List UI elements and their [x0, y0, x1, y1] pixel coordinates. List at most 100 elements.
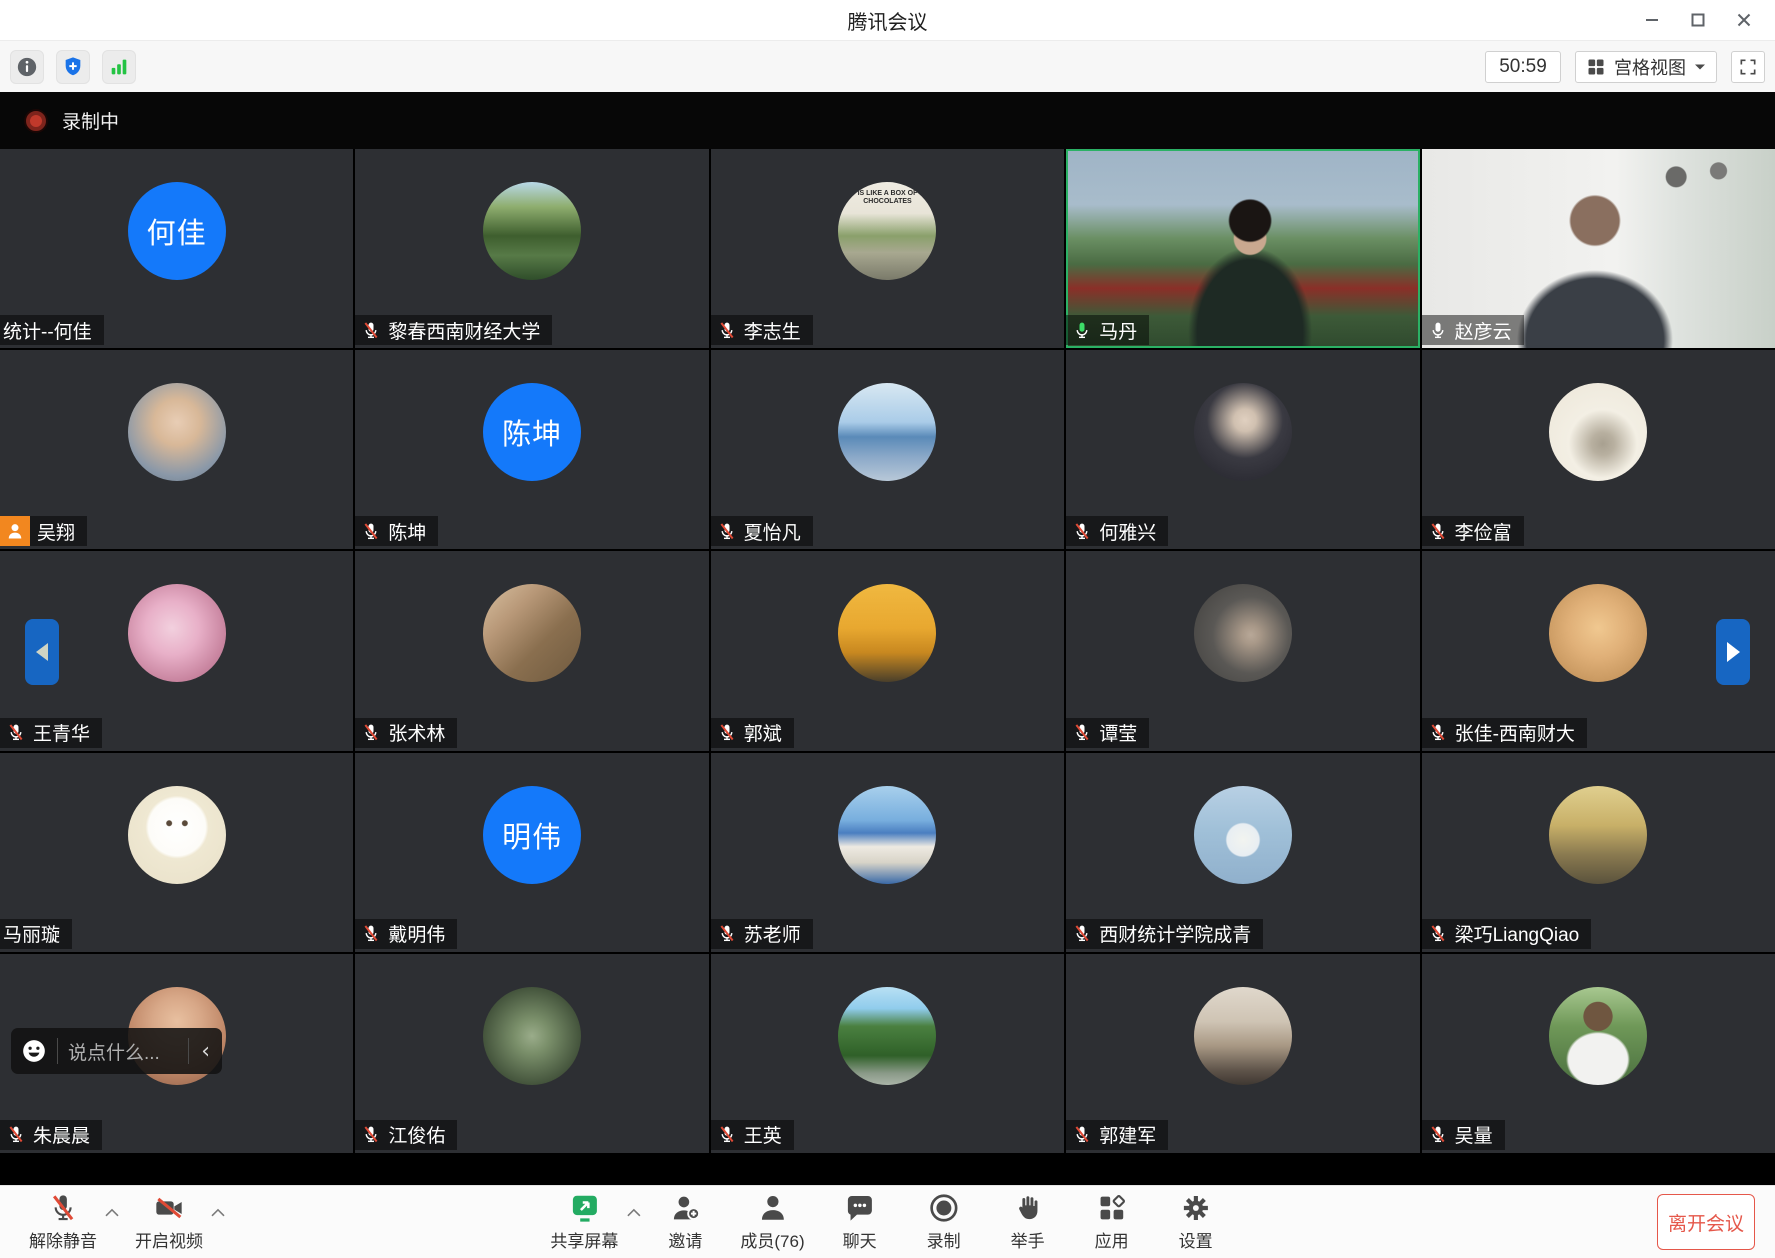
toolbar-button-label: 聊天 [843, 1227, 877, 1252]
participant-name: 江俊佑 [388, 1121, 445, 1148]
participant-tile[interactable]: 张术林 [355, 551, 708, 750]
participant-tile[interactable]: IS LIKE A BOX OF CHOCOLATES 李志生 [711, 149, 1064, 348]
participant-name: 谭莹 [1099, 719, 1137, 746]
toolbar-button-share[interactable]: 共享屏幕 [550, 1192, 618, 1252]
members-icon [756, 1192, 788, 1224]
mic-muted-icon [47, 1192, 79, 1224]
avatar-photo [1194, 383, 1292, 481]
participant-name-badge: 马丹 [1066, 315, 1149, 345]
avatar-photo [1549, 987, 1647, 1085]
participant-tile[interactable]: 何佳统计--何佳 [0, 149, 353, 348]
meeting-info-button[interactable] [10, 50, 44, 84]
collapse-bubble-arrow[interactable]: ‹ [199, 1039, 212, 1064]
video-grid-area: 何佳统计--何佳 黎春西南财经大学IS LIKE A BOX OF CHOCOL… [0, 149, 1775, 1185]
participant-tile[interactable]: 江俊佑 [355, 954, 708, 1153]
quick-chat-bubble: 说点什么... ‹ [11, 1028, 222, 1074]
share-options-caret[interactable] [625, 1205, 641, 1223]
bubble-divider [57, 1038, 58, 1064]
participant-tile[interactable]: 黎春西南财经大学 [355, 149, 708, 348]
participant-name-badge: 陈坤 [355, 516, 438, 546]
more-options-caret-icon [210, 1207, 226, 1218]
minimize-icon [1643, 11, 1661, 29]
previous-page-arrow-button[interactable] [25, 619, 59, 685]
participant-tile[interactable]: 谭莹 [1066, 551, 1419, 750]
signal-bars-icon [108, 56, 130, 78]
mic-muted-icon [361, 722, 381, 743]
participant-tile[interactable]: 陈坤 陈坤 [355, 350, 708, 549]
mic-muted-icon [717, 923, 737, 944]
mic-muted-icon [1428, 722, 1448, 743]
avatar-photo [1194, 987, 1292, 1085]
participant-tile[interactable]: 郭建军 [1066, 954, 1419, 1153]
security-button[interactable] [56, 50, 90, 84]
participant-name-badge: 吴量 [1422, 1120, 1505, 1150]
participant-tile[interactable]: 郭斌 [711, 551, 1064, 750]
participant-name-badge: 统计--何佳 [0, 315, 104, 345]
fullscreen-button[interactable] [1731, 51, 1765, 83]
toolbar-button-label: 举手 [1011, 1227, 1045, 1252]
toolbar-button-invite[interactable]: 邀请 [656, 1192, 714, 1252]
video-options-caret[interactable] [210, 1205, 226, 1223]
next-page-arrow-button[interactable] [1716, 619, 1750, 685]
leave-meeting-button[interactable]: 离开会议 [1657, 1194, 1755, 1250]
participant-grid: 何佳统计--何佳 黎春西南财经大学IS LIKE A BOX OF CHOCOL… [0, 149, 1775, 1153]
maximize-button[interactable] [1675, 0, 1721, 40]
toolbar-button-settings[interactable]: 设置 [1167, 1192, 1225, 1252]
participant-tile[interactable]: 梁巧LiangQiao [1422, 753, 1775, 952]
emoji-smiley-icon[interactable] [21, 1038, 47, 1064]
toolbar-button-label: 邀请 [668, 1227, 702, 1252]
participant-name-badge: 西财统计学院成青 [1066, 919, 1263, 949]
mic-active-icon [1072, 320, 1092, 341]
mic-muted-icon [1072, 923, 1092, 944]
close-button[interactable] [1721, 0, 1767, 40]
mic-muted-icon [361, 923, 381, 944]
participant-tile[interactable]: 苏老师 [711, 753, 1064, 952]
recording-bar: 录制中 [0, 92, 1775, 149]
participant-name-badge: 郭斌 [711, 718, 794, 748]
shield-icon [62, 56, 84, 78]
toolbar-button-members[interactable]: 成员(76) [740, 1192, 804, 1252]
participant-tile[interactable]: 西财统计学院成青 [1066, 753, 1419, 952]
quick-chat-input[interactable]: 说点什么... [68, 1038, 178, 1065]
toolbar-button-apps[interactable]: 应用 [1083, 1192, 1141, 1252]
participant-tile[interactable]: 王英 [711, 954, 1064, 1153]
unmute-options-caret[interactable] [104, 1205, 120, 1223]
mic-muted-icon [361, 1124, 381, 1145]
toolbar-button-hand[interactable]: 举手 [999, 1192, 1057, 1252]
participant-tile[interactable]: 吴翔 [0, 350, 353, 549]
participant-tile[interactable]: 吴量 [1422, 954, 1775, 1153]
toolbar-button-unmute[interactable]: 解除静音 [29, 1192, 97, 1252]
toolbar-button-label: 解除静音 [29, 1227, 97, 1252]
share-screen-icon [568, 1192, 600, 1224]
participant-tile[interactable]: 赵彦云 [1422, 149, 1775, 348]
participant-tile[interactable]: 李俭富 [1422, 350, 1775, 549]
avatar-photo [483, 987, 581, 1085]
participant-tile[interactable]: 夏怡凡 [711, 350, 1064, 549]
toolbar-button-chat[interactable]: 聊天 [831, 1192, 889, 1252]
mic-muted-icon [361, 320, 381, 341]
mic-muted-icon [1072, 521, 1092, 542]
network-quality-button[interactable] [102, 50, 136, 84]
settings-gear-icon [1180, 1192, 1212, 1224]
participant-name: 苏老师 [744, 920, 801, 947]
participant-name-badge: 王青华 [0, 718, 102, 748]
toolbar-button-label: 录制 [927, 1227, 961, 1252]
tencent-meeting-window: 腾讯会议 [0, 0, 1775, 1258]
titlebar: 腾讯会议 [0, 0, 1775, 40]
bottom-toolbar: 解除静音 开启视频 共享屏幕 邀请 成员(76) 聊天 录制 举手 应用 [0, 1185, 1775, 1258]
participant-tile[interactable]: 马丽璇 [0, 753, 353, 952]
fullscreen-icon [1738, 57, 1758, 77]
participant-name: 郭斌 [744, 719, 782, 746]
participant-tile[interactable]: 何雅兴 [1066, 350, 1419, 549]
toolbar-button-record[interactable]: 录制 [915, 1192, 973, 1252]
minimize-button[interactable] [1629, 0, 1675, 40]
participant-tile[interactable]: 明伟 戴明伟 [355, 753, 708, 952]
participant-name: 戴明伟 [388, 920, 445, 947]
participant-name: 朱晨晨 [33, 1121, 90, 1148]
toolbar-button-video[interactable]: 开启视频 [135, 1192, 203, 1252]
avatar-photo [838, 584, 936, 682]
participant-tile[interactable]: 马丹 [1066, 149, 1419, 348]
layout-view-selector[interactable]: 宫格视图 [1575, 51, 1717, 83]
toolbar-button-label: 开启视频 [135, 1227, 203, 1252]
participant-name: 吴量 [1455, 1121, 1493, 1148]
